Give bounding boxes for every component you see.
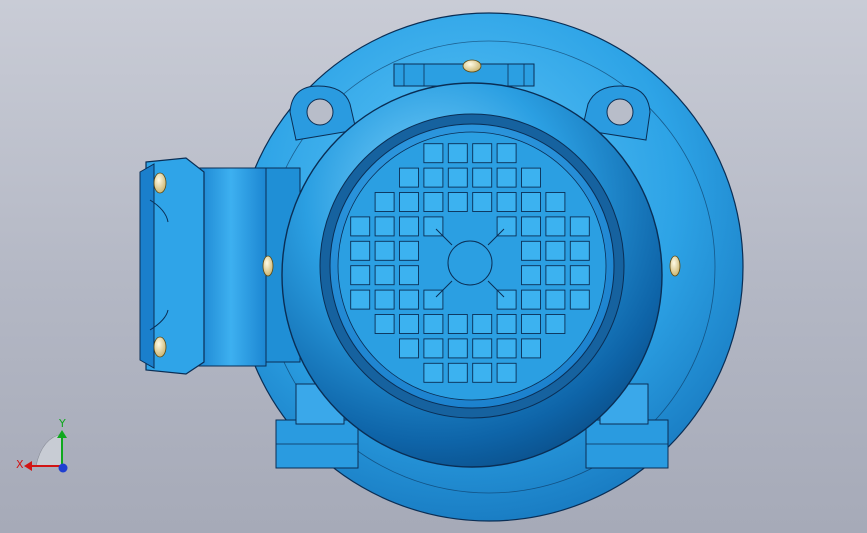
vent-opening (399, 167, 419, 188)
vent-opening (399, 338, 419, 359)
vent-opening (521, 289, 541, 310)
vent-opening (545, 289, 566, 310)
vent-opening (399, 192, 419, 212)
vent-opening (374, 289, 395, 310)
vent-opening (350, 216, 371, 237)
vent-opening (350, 289, 371, 310)
vent-opening (374, 265, 395, 286)
vent-opening (399, 265, 419, 286)
cad-viewport[interactable]: X Y (0, 0, 867, 533)
top-fins (393, 59, 535, 87)
vent-opening (472, 167, 493, 188)
vent-opening (521, 167, 541, 188)
vent-opening (399, 289, 419, 310)
vent-opening (423, 338, 444, 359)
vent-opening (545, 216, 566, 237)
coordinate-triad: X Y (16, 417, 68, 473)
vent-opening (521, 192, 541, 212)
vent-opening (569, 289, 590, 310)
vent-opening (496, 338, 517, 359)
vent-opening (472, 192, 493, 212)
vent-opening (472, 143, 493, 164)
y-axis-arrowhead (57, 430, 67, 438)
vent-opening (423, 143, 444, 164)
vent-opening (545, 265, 566, 286)
vent-opening (545, 314, 566, 334)
vent-opening (374, 192, 395, 212)
vent-opening (399, 314, 419, 334)
vent-opening (496, 167, 517, 188)
vent-opening (472, 314, 493, 334)
vent-opening (496, 192, 517, 212)
x-axis-arrowhead (24, 461, 32, 471)
x-axis-label: X (16, 458, 24, 471)
vent-opening (423, 192, 444, 212)
vent-opening (521, 265, 541, 286)
vent-opening (399, 216, 419, 237)
vent-opening (521, 338, 541, 359)
vent-opening (423, 167, 444, 188)
vent-opening (521, 216, 541, 237)
vent-opening (423, 314, 444, 334)
vent-opening (569, 216, 590, 237)
vent-opening (472, 362, 493, 383)
vent-opening (447, 192, 468, 212)
vent-opening (350, 265, 371, 286)
fan-hub (447, 240, 493, 286)
vent-opening (447, 314, 468, 334)
motor-drawing: X Y (16, 12, 744, 522)
vent-opening (374, 216, 395, 237)
vent-opening (569, 240, 590, 261)
z-axis-dot (58, 463, 68, 473)
vent-opening (521, 314, 541, 334)
vent-opening (521, 240, 541, 261)
vent-opening (374, 314, 395, 334)
vent-opening (399, 240, 419, 261)
y-axis-label: Y (58, 417, 66, 430)
vent-opening (447, 143, 468, 164)
vent-opening (350, 240, 371, 261)
vent-opening (569, 265, 590, 286)
side-bolt-left (262, 255, 274, 277)
vent-opening (472, 338, 493, 359)
terminal-box (139, 157, 301, 375)
vent-opening (447, 362, 468, 383)
vent-opening (545, 192, 566, 212)
vent-opening (496, 314, 517, 334)
vent-opening (545, 240, 566, 261)
side-bolt-right (669, 255, 681, 277)
vent-opening (496, 143, 517, 164)
vent-opening (374, 240, 395, 261)
vent-opening (496, 362, 517, 383)
vent-opening (447, 338, 468, 359)
vent-opening (423, 362, 444, 383)
vent-opening (447, 167, 468, 188)
